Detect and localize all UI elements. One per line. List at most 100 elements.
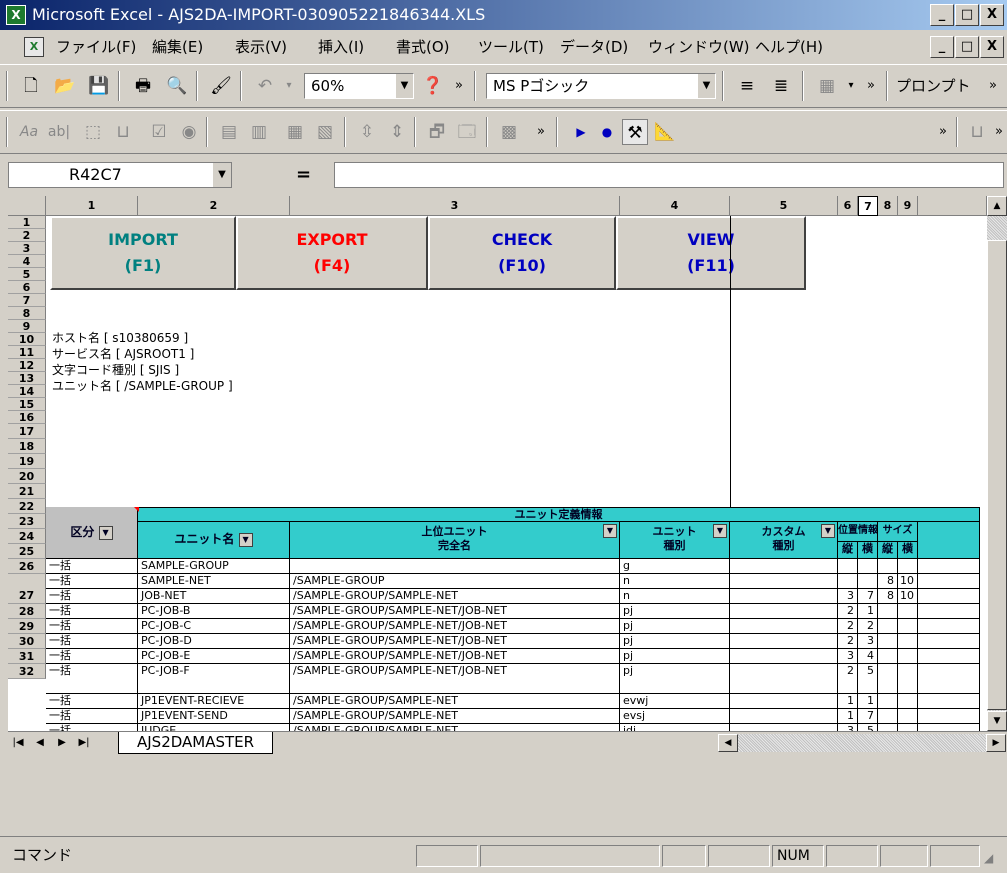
table-cell-pv[interactable]: 2 [838, 619, 858, 634]
table-cell-pv[interactable] [838, 574, 858, 589]
new-document-icon[interactable]: 🗋 [18, 73, 44, 99]
row-header[interactable]: 26 [8, 559, 46, 574]
table-cell[interactable] [918, 634, 980, 649]
row-header[interactable]: 6 [8, 281, 46, 294]
table-cell-pv[interactable]: 3 [838, 589, 858, 604]
row-header[interactable]: 16 [8, 411, 46, 424]
table-cell-kubun[interactable]: 一括 [46, 649, 138, 664]
font-select[interactable]: MS Pゴシック ▼ [486, 73, 716, 99]
table-cell-sh[interactable]: 10 [898, 574, 918, 589]
borders-icon[interactable]: ▦ [814, 73, 840, 99]
row-header[interactable]: 12 [8, 359, 46, 372]
table-cell-type[interactable]: pj [620, 619, 730, 634]
menu-insert[interactable]: 挿入(I) [318, 32, 364, 62]
chevron-down-icon[interactable]: ▼ [213, 163, 231, 187]
table-cell-name[interactable]: SAMPLE-GROUP [138, 559, 290, 574]
table-cell-name[interactable]: JUDGE [138, 724, 290, 731]
menu-format[interactable]: 書式(O) [396, 32, 450, 62]
filter-dropdown-icon[interactable]: ▼ [821, 524, 835, 538]
table-cell-type[interactable]: n [620, 589, 730, 604]
table-cell[interactable] [918, 559, 980, 574]
table-cell-sv[interactable] [878, 619, 898, 634]
table-cell-pv[interactable] [838, 559, 858, 574]
close-button[interactable]: X [980, 4, 1004, 26]
table-cell-sh[interactable] [898, 709, 918, 724]
chevron-down-icon[interactable]: ▼ [395, 74, 413, 98]
row-header[interactable]: 31 [8, 649, 46, 664]
row-header[interactable]: 15 [8, 398, 46, 411]
more-prompt-icon[interactable]: » [980, 73, 1006, 99]
undo-dropdown-icon[interactable]: ▾ [276, 73, 302, 99]
next-sheet-icon[interactable]: ▶ [54, 734, 70, 752]
properties-icon[interactable]: 🗗 [424, 119, 450, 145]
table-cell[interactable] [730, 694, 838, 709]
table-cell-sv[interactable]: 8 [878, 589, 898, 604]
table-cell[interactable] [730, 574, 838, 589]
last-sheet-icon[interactable]: ▶| [76, 734, 92, 752]
select-all-corner[interactable] [8, 196, 46, 216]
table-cell-type[interactable]: evwj [620, 694, 730, 709]
table-cell-kubun[interactable]: 一括 [46, 619, 138, 634]
save-icon[interactable]: 💾 [86, 73, 112, 99]
table-cell-ph[interactable]: 7 [858, 709, 878, 724]
table-cell-sv[interactable]: 8 [878, 574, 898, 589]
table-cell-sv[interactable] [878, 634, 898, 649]
table-cell-sh[interactable] [898, 649, 918, 664]
table-cell-parent[interactable]: /SAMPLE-GROUP/SAMPLE-NET [290, 724, 620, 731]
more-controls-icon[interactable]: » [528, 119, 554, 145]
design-mode-icon[interactable]: ⚒ [622, 119, 648, 145]
row-header[interactable]: 7 [8, 294, 46, 307]
table-cell[interactable] [730, 709, 838, 724]
import-button[interactable]: IMPORT (F1) [50, 216, 236, 290]
sheet-tab-ajs2damaster[interactable]: AJS2DAMASTER [118, 732, 274, 754]
row-header[interactable]: 5 [8, 268, 46, 281]
table-cell-name[interactable]: SAMPLE-NET [138, 574, 290, 589]
table-cell-name[interactable]: JP1EVENT-RECIEVE [138, 694, 290, 709]
row-header[interactable]: 24 [8, 529, 46, 544]
row-header[interactable]: 13 [8, 372, 46, 385]
table-cell-name[interactable]: PC-JOB-E [138, 649, 290, 664]
row-header[interactable]: 4 [8, 255, 46, 268]
row-header[interactable]: 32 [8, 664, 46, 679]
table-cell[interactable] [730, 724, 838, 731]
scroll-track[interactable] [987, 216, 1007, 711]
table-cell-ph[interactable]: 3 [858, 634, 878, 649]
doc-restore-button[interactable]: □ [955, 36, 979, 58]
table-cell-sv[interactable] [878, 709, 898, 724]
table-cell[interactable] [730, 589, 838, 604]
row-header[interactable]: 28 [8, 604, 46, 619]
checkbox-control-icon[interactable]: ☑ [146, 119, 172, 145]
row-header[interactable]: 10 [8, 333, 46, 346]
table-cell-type[interactable]: evsj [620, 709, 730, 724]
row-header[interactable]: 23 [8, 514, 46, 529]
table-cell-parent[interactable]: /SAMPLE-GROUP/SAMPLE-NET/JOB-NET [290, 604, 620, 619]
table-cell-ph[interactable]: 1 [858, 604, 878, 619]
table-cell-ph[interactable]: 5 [858, 664, 878, 694]
format-painter-icon[interactable]: 🖌 [208, 73, 234, 99]
table-cell-pv[interactable]: 1 [838, 694, 858, 709]
prompt-button[interactable]: プロンプト [896, 73, 971, 99]
groupbox-control-icon[interactable]: ⬚ [80, 119, 106, 145]
row-header[interactable]: 14 [8, 385, 46, 398]
filter-dropdown-icon[interactable]: ▼ [713, 524, 727, 538]
menu-window[interactable]: ウィンドウ(W) [648, 32, 750, 62]
table-cell[interactable] [918, 619, 980, 634]
table-cell-name[interactable]: PC-JOB-D [138, 634, 290, 649]
grid-icon[interactable]: ▩ [496, 119, 522, 145]
table-cell[interactable] [730, 604, 838, 619]
formula-input[interactable] [334, 162, 1004, 188]
name-box[interactable]: R42C7 ▼ [8, 162, 232, 188]
spinner-control-icon[interactable]: ⇕ [384, 119, 410, 145]
maximize-button[interactable]: □ [955, 4, 979, 26]
row-header[interactable]: 22 [8, 499, 46, 514]
vertical-scrollbar[interactable]: ▲ ▼ [987, 196, 1007, 731]
table-cell-type[interactable]: jdj [620, 724, 730, 731]
table-cell-pv[interactable]: 2 [838, 634, 858, 649]
workbook-icon[interactable]: X [24, 37, 44, 57]
table-cell-name[interactable]: PC-JOB-B [138, 604, 290, 619]
table-cell[interactable] [918, 694, 980, 709]
table-cell[interactable] [918, 709, 980, 724]
export-button[interactable]: EXPORT (F4) [236, 216, 428, 290]
table-cell-ph[interactable]: 5 [858, 724, 878, 731]
table-cell-sv[interactable] [878, 649, 898, 664]
